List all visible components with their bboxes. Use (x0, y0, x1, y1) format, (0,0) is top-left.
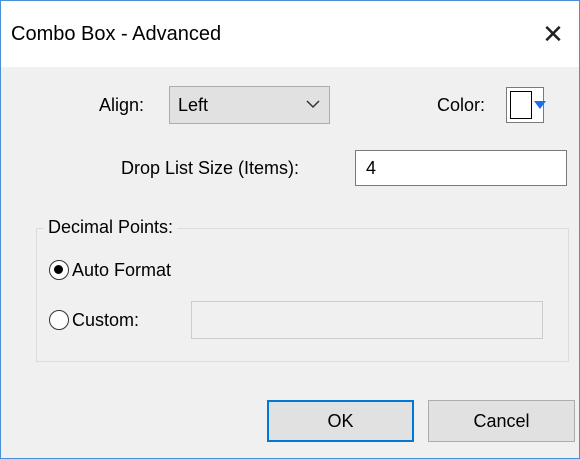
align-selected-value: Left (178, 95, 209, 115)
drop-list-size-input[interactable]: 4 (355, 150, 567, 186)
custom-label[interactable]: Custom: (72, 310, 139, 331)
auto-format-label[interactable]: Auto Format (72, 260, 171, 281)
custom-radio[interactable] (49, 310, 69, 330)
chevron-down-icon (306, 100, 320, 109)
window-title: Combo Box - Advanced (11, 23, 222, 45)
align-dropdown[interactable]: Left (169, 86, 330, 124)
dialog-window: Combo Box - Advanced ✕ Align: Left Color… (0, 0, 580, 459)
radio-selected-dot (54, 265, 63, 274)
color-picker-button[interactable] (506, 87, 546, 123)
align-label: Align: (99, 95, 145, 115)
cancel-button[interactable]: Cancel (428, 400, 575, 442)
color-label: Color: (437, 95, 486, 115)
color-swatch (510, 91, 532, 119)
auto-format-radio[interactable] (49, 260, 69, 280)
custom-format-input (191, 301, 543, 339)
drop-list-size-label: Drop List Size (Items): (121, 158, 300, 178)
dialog-body: Align: Left Color: Drop List Size (Items… (1, 67, 579, 458)
close-icon[interactable]: ✕ (538, 19, 568, 49)
ok-button[interactable]: OK (267, 400, 414, 442)
decimal-points-group (36, 228, 569, 362)
decimal-points-title: Decimal Points: (44, 217, 178, 238)
dropdown-arrow-icon (534, 101, 546, 109)
